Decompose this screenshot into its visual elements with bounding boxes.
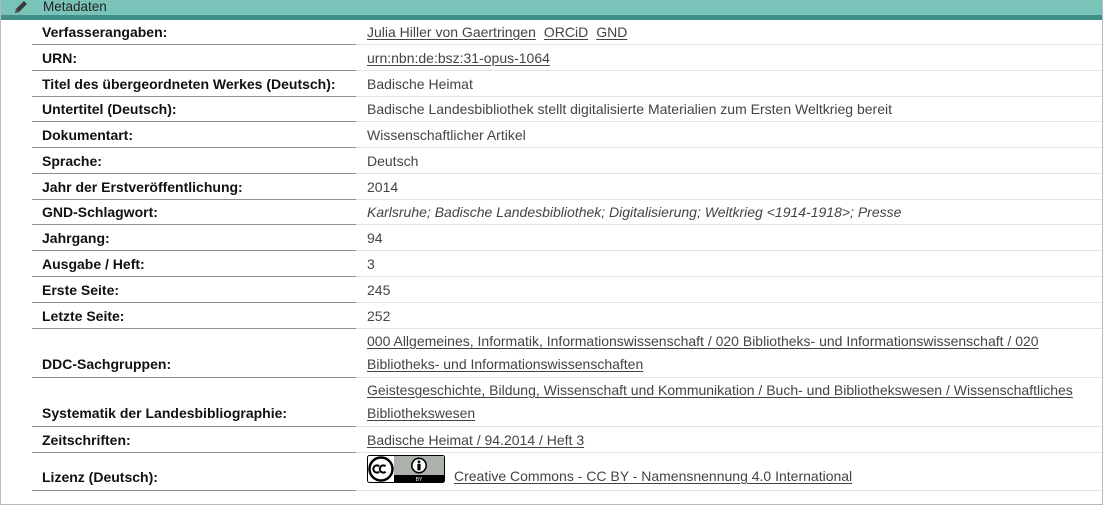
row-value: Julia Hiller von Gaertringen ORCiD GND — [356, 20, 1102, 45]
row-label: Sprache: — [32, 148, 357, 174]
row-label: Erste Seite: — [32, 277, 357, 303]
row-label: DDC-Sachgruppen: — [32, 329, 357, 378]
row-label: Jahr der Erstveröffentlichung: — [32, 174, 357, 200]
row-label: URN: — [32, 45, 357, 71]
row-value: 94 — [356, 225, 1102, 251]
section-header: Metadaten — [1, 0, 1102, 20]
row-label: Lizenz (Deutsch): — [32, 453, 357, 491]
row-label: Untertitel (Deutsch): — [32, 97, 357, 122]
ddc-link[interactable]: 000 Allgemeines, Informatik, Information… — [367, 333, 1039, 372]
row-label: Verfasserangaben: — [32, 20, 357, 45]
row-value: Karlsruhe; Badische Landesbibliothek; Di… — [356, 200, 1102, 225]
row-label: Ausgabe / Heft: — [32, 251, 357, 277]
license-link[interactable]: Creative Commons - CC BY - Namensnennung… — [454, 468, 852, 484]
row-value: Badische Heimat — [356, 71, 1102, 97]
row-label: Zeitschriften: — [32, 427, 357, 453]
row-value: BY Creative Commons - CC BY - Namensnenn… — [356, 453, 1102, 491]
row-label: GND-Schlagwort: — [32, 200, 357, 225]
row-value: 000 Allgemeines, Informatik, Information… — [356, 329, 1102, 378]
row-label: Titel des übergeordneten Werkes (Deutsch… — [32, 71, 357, 97]
journal-link[interactable]: Badische Heimat / 94.2014 / Heft 3 — [367, 432, 584, 448]
row-value: Badische Landesbibliothek stellt digital… — [356, 97, 1102, 122]
urn-link[interactable]: urn:nbn:de:bsz:31-opus-1064 — [367, 50, 550, 66]
svg-text:BY: BY — [416, 477, 423, 483]
pencil-icon — [13, 0, 29, 15]
row-label: Jahrgang: — [32, 225, 357, 251]
row-value: Badische Heimat / 94.2014 / Heft 3 — [356, 427, 1102, 453]
orcid-link[interactable]: ORCiD — [544, 24, 588, 40]
row-value: Wissenschaftlicher Artikel — [356, 122, 1102, 148]
row-label: Letzte Seite: — [32, 303, 357, 329]
classification-link[interactable]: Geistesgeschichte, Bildung, Wissenschaft… — [367, 382, 1073, 421]
row-value: 252 — [356, 303, 1102, 329]
metadata-panel: Metadaten Verfasserangaben: Julia Hiller… — [0, 0, 1103, 505]
section-title: Metadaten — [43, 0, 107, 14]
row-value: Deutsch — [356, 148, 1102, 174]
cc-by-badge-icon[interactable]: BY — [367, 455, 445, 488]
row-value: 245 — [356, 277, 1102, 303]
row-label: Dokumentart: — [32, 122, 357, 148]
row-value: 3 — [356, 251, 1102, 277]
gnd-link[interactable]: GND — [596, 24, 627, 40]
author-link[interactable]: Julia Hiller von Gaertringen — [367, 24, 536, 40]
row-value: 2014 — [356, 174, 1102, 200]
row-value: urn:nbn:de:bsz:31-opus-1064 — [356, 45, 1102, 71]
row-label: Systematik der Landesbibliographie: — [32, 378, 357, 427]
row-value: Geistesgeschichte, Bildung, Wissenschaft… — [356, 378, 1102, 427]
